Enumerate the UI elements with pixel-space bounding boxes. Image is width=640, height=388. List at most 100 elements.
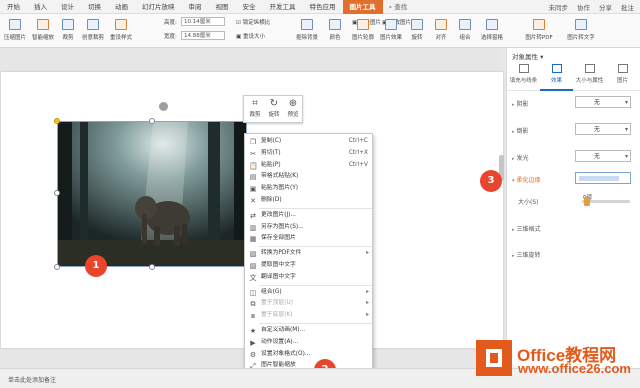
lock-ratio-checkbox[interactable]: ☑ 锁定纵横比 (236, 18, 270, 26)
shadow-section[interactable]: ▸ 阴影 (512, 99, 529, 108)
submenu-arrow-icon: ▸ (366, 300, 369, 307)
context-menu-item-16[interactable]: ▶ 动作设置(A)... (245, 337, 372, 349)
elephant-photo[interactable] (57, 121, 247, 267)
animation-icon: ★ (249, 327, 257, 335)
tab-3[interactable]: 切换 (81, 0, 108, 14)
tab-7[interactable]: 视图 (209, 0, 236, 14)
menubar-right-item-0[interactable]: 未同步 (549, 2, 569, 12)
reflection-dropdown[interactable]: 无 (575, 123, 631, 135)
ribbon-icon (411, 19, 423, 30)
ribbon-button-10[interactable]: 对齐 (430, 16, 452, 46)
step-badge-3: 3 (480, 170, 502, 192)
ribbon-button-13[interactable]: 图片转PDF (520, 16, 558, 46)
glow-section[interactable]: ▸ 发光 (512, 153, 529, 162)
size-slider[interactable] (582, 197, 630, 206)
tab-2[interactable]: 设计 (54, 0, 81, 14)
resize-handle-top[interactable] (149, 118, 155, 124)
reflection-section[interactable]: ▸ 倒影 (512, 126, 529, 135)
context-menu-item-11[interactable]: 文翻译图中文字 (245, 272, 372, 284)
ribbon-button-12[interactable]: 选择窗格 (478, 16, 506, 46)
panel-tab-3[interactable]: 图片 (606, 61, 639, 91)
ribbon-button-11[interactable]: 组合 (454, 16, 476, 46)
ribbon-button-8[interactable]: 图片效果 (378, 16, 404, 46)
ribbon-button-label: 智能缩放 (31, 35, 54, 41)
context-menu-label: 置于顶层(U) (261, 300, 293, 307)
ribbon-button-9[interactable]: 旋转 (406, 16, 428, 46)
menubar-right-item-3[interactable]: 批注 (621, 2, 634, 12)
ribbon-button-2[interactable]: 裁剪 (58, 16, 78, 46)
shadow-dropdown[interactable]: 无 (575, 96, 631, 108)
context-menu-item-9[interactable]: ▧ 转换为PDF文件 ▸ (245, 248, 372, 260)
adjust-handle[interactable] (54, 118, 60, 124)
ribbon-button-label: 图片效果 (379, 35, 402, 41)
panel-tab-2[interactable]: 大小与属性 (573, 61, 606, 91)
context-menu-item-0[interactable]: ❐ 复制(C) Ctrl+C (245, 136, 372, 148)
ribbon-button-7[interactable]: 图片轮廓 (350, 16, 376, 46)
tab-5[interactable]: 幻灯片放映 (135, 0, 182, 14)
rotate-handle[interactable] (159, 102, 168, 111)
menubar-right-item-2[interactable]: 分享 (599, 2, 612, 12)
tab-8[interactable]: 安全 (236, 0, 263, 14)
notes-placeholder[interactable]: 单击此处添加备注 (8, 375, 56, 384)
tab-6[interactable]: 审阅 (182, 0, 209, 14)
width-label: 宽度: (164, 34, 177, 40)
3d-format-label: 三维格式 (516, 226, 541, 233)
expand-icon: ▸ (512, 129, 515, 135)
slider-knob[interactable] (584, 197, 590, 206)
panel-tab-0[interactable]: 填充与线条 (507, 61, 540, 91)
context-menu-item-12[interactable]: ◫ 组合(G) ▸ (245, 287, 372, 299)
height-input[interactable]: 10.14厘米 (181, 17, 225, 26)
preview-button[interactable]: ⊕ 预览 (284, 98, 302, 118)
tab-1[interactable]: 插入 (27, 0, 54, 14)
context-menu-item-3[interactable]: ▤ 带格式粘贴(K) (245, 171, 372, 183)
context-menu-item-10[interactable]: ▨ 提取图中文字 (245, 260, 372, 272)
zoom-icon: ⊕ (288, 98, 298, 109)
context-menu-item-2[interactable]: 📋 粘贴(P) Ctrl+V (245, 160, 372, 172)
reset-size-button[interactable]: ▣ 重设大小 (236, 32, 265, 40)
context-menu-label: 剪切(T) (261, 149, 281, 156)
context-menu-item-4[interactable]: ▣ 粘贴为图片(Y) (245, 183, 372, 195)
rotate-icon: ↻ (269, 98, 279, 109)
width-input[interactable]: 14.88厘米 (181, 31, 225, 40)
context-menu-item-5[interactable]: ✕ 删除(D) (245, 195, 372, 207)
3d-format-section[interactable]: ▸ 三维格式 (512, 224, 541, 233)
panel-title[interactable]: 对象属性 ▾ (512, 51, 543, 61)
panel-tab-1[interactable]: 效果 (540, 61, 573, 91)
shortcut-label: Ctrl+X (348, 149, 368, 156)
ribbon-button-0[interactable]: 压缩图片 (2, 16, 28, 46)
ribbon-button-14[interactable]: 图片转文字 (562, 16, 600, 46)
context-menu-item-1[interactable]: ✂ 剪切(T) Ctrl+X (245, 148, 372, 160)
menu-separator (259, 246, 372, 248)
office-logo-icon (476, 340, 512, 376)
context-menu-label: 提取图中文字 (261, 262, 296, 268)
resize-handle-left[interactable] (54, 190, 60, 196)
3d-rotation-section[interactable]: ▸ 三维旋转 (512, 250, 541, 259)
menu-separator (259, 323, 372, 324)
resize-handle-bottom-left[interactable] (54, 264, 60, 270)
crop-button[interactable]: ⌗ 裁剪 (246, 98, 264, 118)
tab-10[interactable]: 特色应用 (303, 0, 343, 14)
resize-handle-bottom[interactable] (149, 264, 155, 270)
context-menu-item-15[interactable]: ★ 自定义动画(M)... (245, 325, 372, 337)
soft-edges-section[interactable]: ▾ 柔化边缘 (512, 175, 541, 184)
tab-0[interactable]: 开始 (0, 0, 27, 14)
context-menu-item-6[interactable]: ⇄ 更改图片(J)... (245, 210, 372, 222)
ribbon-button-4[interactable]: 重设样式 (108, 16, 134, 46)
glow-dropdown[interactable]: 无 (575, 150, 631, 162)
ribbon-button-5[interactable]: 抠除背景 (294, 16, 320, 46)
menubar-right-item-1[interactable]: 协作 (577, 2, 590, 12)
rotate-button[interactable]: ↻ 旋转 (265, 98, 283, 118)
ribbon-button-3[interactable]: 创意裁剪 (80, 16, 106, 46)
context-menu-item-17[interactable]: ⚙ 设置对象格式(O)... (245, 349, 372, 361)
tab-9[interactable]: 开发工具 (263, 0, 303, 14)
ribbon-button-label: 图片转文字 (567, 35, 595, 41)
tab-4[interactable]: 动画 (108, 0, 135, 14)
menu-separator (259, 284, 372, 286)
tab-11[interactable]: 图片工具 (342, 0, 383, 14)
context-menu-item-8[interactable]: ▦ 保存全部图片 (245, 233, 372, 245)
context-menu-item-7[interactable]: ▥ 另存为图片(S)... (245, 222, 372, 234)
ribbon-button-6[interactable]: 颜色 (322, 16, 348, 46)
search-box[interactable]: ⌕ 查找 (389, 1, 408, 12)
ribbon-button-1[interactable]: 智能缩放 (30, 16, 56, 46)
soft-edges-dropdown[interactable] (575, 172, 631, 184)
